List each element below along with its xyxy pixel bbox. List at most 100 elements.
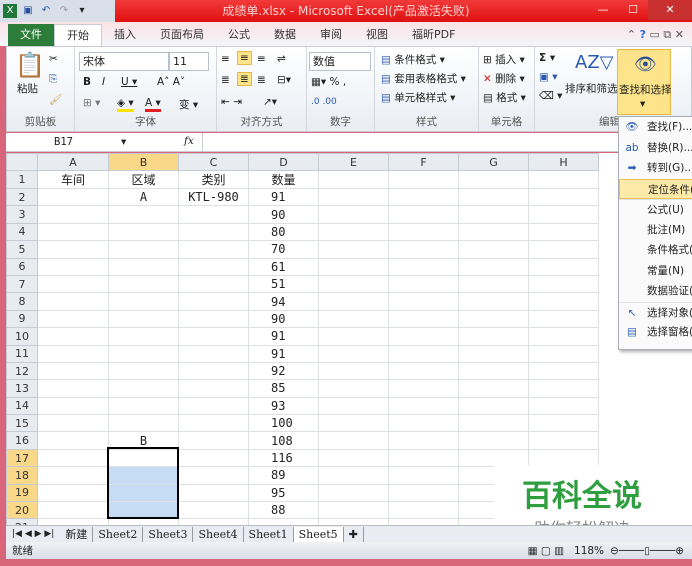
- cell[interactable]: [528, 170, 599, 189]
- cell[interactable]: [108, 292, 179, 311]
- cell[interactable]: [178, 257, 249, 276]
- cell[interactable]: [318, 309, 389, 329]
- cell[interactable]: [178, 240, 249, 259]
- cell[interactable]: [458, 414, 529, 433]
- cell[interactable]: [388, 501, 459, 520]
- cell[interactable]: [458, 309, 529, 329]
- cell[interactable]: [528, 414, 599, 433]
- row-header[interactable]: 2: [6, 187, 38, 207]
- cell[interactable]: [178, 501, 249, 520]
- name-box-dropdown-icon[interactable]: ▾: [121, 136, 126, 148]
- cell[interactable]: 93: [248, 396, 319, 416]
- font-name-select[interactable]: 宋体: [79, 52, 169, 71]
- cell[interactable]: 80: [248, 222, 319, 242]
- cell[interactable]: [318, 483, 389, 503]
- redo-icon[interactable]: ↷: [57, 4, 71, 18]
- row-header[interactable]: 13: [6, 379, 38, 398]
- cell[interactable]: [318, 344, 389, 363]
- cell[interactable]: 数量: [248, 170, 319, 189]
- menu-item[interactable]: 常量(N): [619, 261, 692, 282]
- cut-icon[interactable]: ✂: [49, 53, 58, 65]
- tab-data[interactable]: 数据: [262, 24, 308, 46]
- zoom-level[interactable]: 118%: [574, 545, 604, 557]
- paste-button[interactable]: 粘贴: [17, 81, 38, 96]
- format-as-table-button[interactable]: ▤ 套用表格格式 ▾: [381, 71, 466, 86]
- tab-formulas[interactable]: 公式: [216, 24, 262, 46]
- cell[interactable]: [37, 344, 109, 363]
- cell[interactable]: [318, 187, 389, 207]
- cell[interactable]: [388, 240, 459, 259]
- sort-filter-icon[interactable]: AZ▽: [575, 52, 614, 73]
- sheet-tab[interactable]: Sheet5: [293, 526, 344, 542]
- column-header[interactable]: B: [108, 153, 179, 171]
- cell[interactable]: [458, 187, 529, 207]
- italic-button[interactable]: I: [102, 76, 105, 88]
- format-cells-button[interactable]: ▤ 格式 ▾: [483, 90, 526, 105]
- menu-item[interactable]: 公式(U): [619, 199, 692, 220]
- underline-button[interactable]: U ▾: [121, 76, 137, 88]
- cell[interactable]: [318, 222, 389, 242]
- row-header[interactable]: 12: [6, 361, 38, 381]
- select-all-corner[interactable]: [6, 153, 38, 171]
- cell[interactable]: [528, 240, 599, 259]
- cell[interactable]: [388, 379, 459, 398]
- cell[interactable]: [37, 448, 109, 468]
- align-right-icon[interactable]: ≣: [257, 74, 266, 86]
- row-header[interactable]: 1: [6, 170, 38, 189]
- cell[interactable]: [178, 414, 249, 433]
- insert-cells-button[interactable]: ⊞ 插入 ▾: [483, 52, 525, 67]
- cell[interactable]: [528, 274, 599, 294]
- cell[interactable]: [388, 431, 459, 450]
- cell[interactable]: [458, 344, 529, 363]
- cell[interactable]: [178, 431, 249, 450]
- cell[interactable]: [318, 327, 389, 346]
- column-header[interactable]: D: [248, 153, 319, 171]
- row-header[interactable]: 19: [6, 483, 38, 503]
- column-header[interactable]: C: [178, 153, 249, 171]
- cell[interactable]: [37, 222, 109, 242]
- cell[interactable]: [388, 414, 459, 433]
- grow-font-button[interactable]: A˄ A˅: [157, 76, 185, 88]
- cell[interactable]: [37, 431, 109, 450]
- cell[interactable]: [37, 396, 109, 416]
- cell[interactable]: 85: [248, 379, 319, 398]
- cell[interactable]: [458, 205, 529, 224]
- cell[interactable]: 51: [248, 274, 319, 294]
- delete-cells-button[interactable]: ✕ 删除 ▾: [483, 71, 525, 86]
- cell[interactable]: [318, 396, 389, 416]
- align-left-icon[interactable]: ≣: [221, 74, 230, 86]
- cell[interactable]: [178, 396, 249, 416]
- cell[interactable]: [388, 292, 459, 311]
- cell[interactable]: [178, 205, 249, 224]
- row-header[interactable]: 9: [6, 309, 38, 329]
- cell[interactable]: [318, 205, 389, 224]
- cell[interactable]: [178, 222, 249, 242]
- cell[interactable]: 90: [248, 309, 319, 329]
- cell[interactable]: [178, 344, 249, 363]
- name-box[interactable]: B17: [54, 136, 73, 148]
- menu-item[interactable]: 👁 查找(F)...: [619, 117, 692, 138]
- sheet-tab[interactable]: Sheet4: [193, 526, 244, 542]
- row-header[interactable]: 7: [6, 274, 38, 294]
- row-header[interactable]: 8: [6, 292, 38, 311]
- column-header[interactable]: E: [318, 153, 389, 171]
- cell[interactable]: [178, 292, 249, 311]
- column-header[interactable]: F: [388, 153, 459, 171]
- cell[interactable]: [318, 274, 389, 294]
- cell[interactable]: [37, 501, 109, 520]
- row-header[interactable]: 15: [6, 414, 38, 433]
- menu-item[interactable]: ↖ 选择对象(O): [619, 301, 692, 323]
- cell[interactable]: [388, 361, 459, 381]
- cell[interactable]: [458, 327, 529, 346]
- cell[interactable]: [528, 344, 599, 363]
- row-header[interactable]: 10: [6, 327, 38, 346]
- column-header[interactable]: G: [458, 153, 529, 171]
- cell[interactable]: [108, 222, 179, 242]
- bold-button[interactable]: B: [83, 76, 91, 88]
- cell[interactable]: 92: [248, 361, 319, 381]
- tab-review[interactable]: 审阅: [308, 24, 354, 46]
- cell[interactable]: 区域: [108, 170, 179, 189]
- cell[interactable]: [37, 379, 109, 398]
- cell[interactable]: [388, 327, 459, 346]
- autosum-icon[interactable]: Σ ▾: [539, 52, 555, 64]
